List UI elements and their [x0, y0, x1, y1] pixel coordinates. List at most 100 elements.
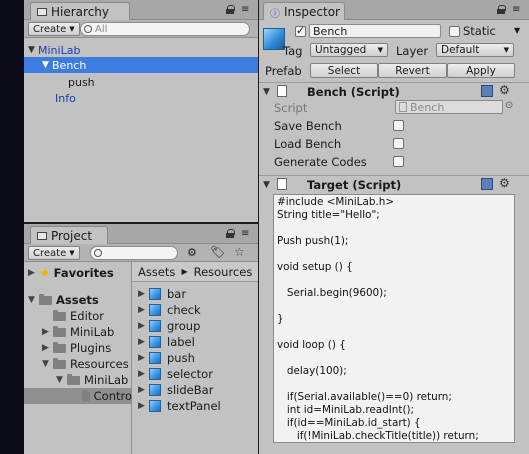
prefab-icon: [149, 288, 161, 300]
asset-item[interactable]: ▶ push: [138, 350, 195, 366]
fold-closed-icon[interactable]: ▶: [138, 401, 149, 411]
fold-closed-icon[interactable]: ▶: [138, 385, 149, 395]
lock-icon[interactable]: [497, 5, 506, 14]
static-checkbox[interactable]: [449, 26, 460, 37]
scene-view-edge: [0, 0, 24, 454]
help-book-icon[interactable]: [481, 85, 493, 97]
tree-item[interactable]: ▶ Plugins: [42, 340, 111, 356]
fold-open-icon[interactable]: ▼: [263, 180, 273, 190]
fold-open-icon[interactable]: ▼: [28, 295, 39, 305]
prefab-revert-label: Revert: [395, 64, 430, 77]
tree-item-favorites[interactable]: ▶ ★ Favorites: [28, 265, 114, 281]
asset-item[interactable]: ▶ bar: [138, 286, 186, 302]
hierarchy-search-input[interactable]: All: [80, 22, 250, 36]
tag-dropdown[interactable]: Untagged ▼: [310, 43, 388, 57]
asset-item[interactable]: ▶ slideBar: [138, 382, 213, 398]
fold-open-icon[interactable]: ▼: [263, 87, 273, 97]
favorites-label: Favorites: [53, 266, 114, 280]
load-bench-checkbox[interactable]: [393, 138, 404, 149]
list-item[interactable]: ▼ MiniLab: [24, 42, 258, 58]
static-label: Static: [463, 24, 496, 38]
folder-tab-icon: [37, 232, 47, 240]
object-picker-icon[interactable]: ⊙: [505, 100, 513, 111]
asset-item[interactable]: ▶ textPanel: [138, 398, 221, 414]
favorite-star-icon[interactable]: ☆: [234, 245, 245, 259]
target-component-title: Target (Script): [307, 177, 402, 192]
fold-closed-icon[interactable]: ▶: [138, 353, 149, 363]
fold-open-icon[interactable]: ▼: [42, 359, 53, 369]
gear-icon[interactable]: ⚙: [499, 83, 510, 97]
label-tag-icon[interactable]: 🏷: [210, 245, 225, 259]
generate-codes-checkbox[interactable]: [393, 156, 404, 167]
create-button[interactable]: Create ▼: [28, 246, 80, 260]
hierarchy-icon: [37, 8, 47, 16]
gear-icon[interactable]: ⚙: [499, 176, 510, 190]
fold-closed-icon[interactable]: ▶: [138, 305, 149, 315]
fold-closed-icon[interactable]: ▶: [42, 327, 53, 337]
asset-item[interactable]: ▶ group: [138, 318, 200, 334]
layer-dropdown[interactable]: Default ▼: [436, 43, 514, 57]
prefab-revert-button[interactable]: Revert: [378, 63, 447, 78]
layer-label: Layer: [396, 44, 429, 58]
breadcrumb: Assets ▶ Resources: [132, 262, 258, 282]
gameobject-cube-icon: [263, 28, 285, 50]
save-bench-checkbox[interactable]: [393, 120, 404, 131]
object-name-value: Bench: [313, 24, 348, 38]
folder-icon: [53, 309, 66, 321]
asset-item[interactable]: ▶ label: [138, 334, 195, 350]
tree-item[interactable]: Editor: [53, 308, 104, 324]
fold-closed-icon[interactable]: ▶: [138, 369, 149, 379]
list-item-selected[interactable]: ▼ Bench: [24, 57, 258, 73]
panel-menu-icon[interactable]: ≡: [512, 5, 520, 15]
panel-menu-icon[interactable]: ≡: [241, 5, 249, 15]
tree-item[interactable]: ▼ Resources: [42, 356, 129, 372]
tree-item[interactable]: ▶ MiniLab: [42, 324, 114, 340]
bench-component-header[interactable]: ▼ Bench (Script) ⚙: [259, 82, 529, 100]
chevron-down-icon[interactable]: ▼: [514, 26, 520, 35]
asset-label: slideBar: [167, 383, 214, 397]
script-icon: [277, 178, 287, 190]
fold-closed-icon[interactable]: ▶: [28, 268, 39, 278]
fold-open-icon[interactable]: ▼: [42, 60, 52, 70]
inspector-tab-label: Inspector: [284, 5, 340, 19]
object-name-field[interactable]: Bench: [309, 24, 441, 38]
prefab-apply-button[interactable]: Apply: [447, 63, 515, 78]
target-component-header[interactable]: ▼ Target (Script) ⚙: [259, 175, 529, 193]
fold-closed-icon[interactable]: ▶: [42, 343, 53, 353]
breadcrumb-item[interactable]: Resources: [194, 265, 253, 279]
panel-menu-icon[interactable]: ≡: [241, 229, 249, 239]
tree-label: Assets: [56, 293, 99, 307]
asset-item[interactable]: ▶ check: [138, 302, 201, 318]
create-button[interactable]: Create ▼: [28, 22, 80, 36]
lock-icon[interactable]: [226, 229, 235, 238]
list-item[interactable]: push: [24, 74, 258, 90]
active-checkbox[interactable]: [295, 24, 306, 37]
tree-label: Resources: [70, 357, 129, 371]
filter-type-icon[interactable]: ⚙: [187, 246, 197, 259]
tree-item-selected[interactable]: Contro: [24, 388, 132, 404]
help-book-icon[interactable]: [481, 178, 493, 190]
breadcrumb-item[interactable]: Assets: [138, 265, 175, 279]
tree-item-assets[interactable]: ▼ Assets: [28, 292, 99, 308]
fold-open-icon[interactable]: ▼: [56, 375, 67, 385]
tree-item[interactable]: ▼ MiniLab: [56, 372, 128, 388]
project-search-input[interactable]: [90, 246, 178, 260]
fold-closed-icon[interactable]: ▶: [138, 321, 149, 331]
code-textarea[interactable]: #include <MiniLab.h> String title="Hello…: [273, 194, 515, 443]
load-bench-label: Load Bench: [274, 137, 342, 151]
script-field[interactable]: Bench: [395, 100, 503, 114]
folder-icon: [67, 373, 80, 385]
tab-project[interactable]: Project: [30, 226, 108, 244]
asset-label: textPanel: [167, 399, 221, 413]
asset-label: group: [167, 319, 201, 333]
prefab-select-button[interactable]: Select: [310, 63, 378, 78]
tree-label: Plugins: [70, 341, 112, 355]
fold-closed-icon[interactable]: ▶: [138, 337, 149, 347]
list-item[interactable]: Info: [24, 90, 258, 106]
fold-open-icon[interactable]: ▼: [28, 45, 38, 55]
fold-closed-icon[interactable]: ▶: [138, 289, 149, 299]
asset-item[interactable]: ▶ selector: [138, 366, 213, 382]
tab-hierarchy[interactable]: Hierarchy: [30, 2, 130, 20]
lock-icon[interactable]: [226, 5, 235, 14]
tab-inspector[interactable]: ⓘ Inspector: [263, 2, 345, 20]
